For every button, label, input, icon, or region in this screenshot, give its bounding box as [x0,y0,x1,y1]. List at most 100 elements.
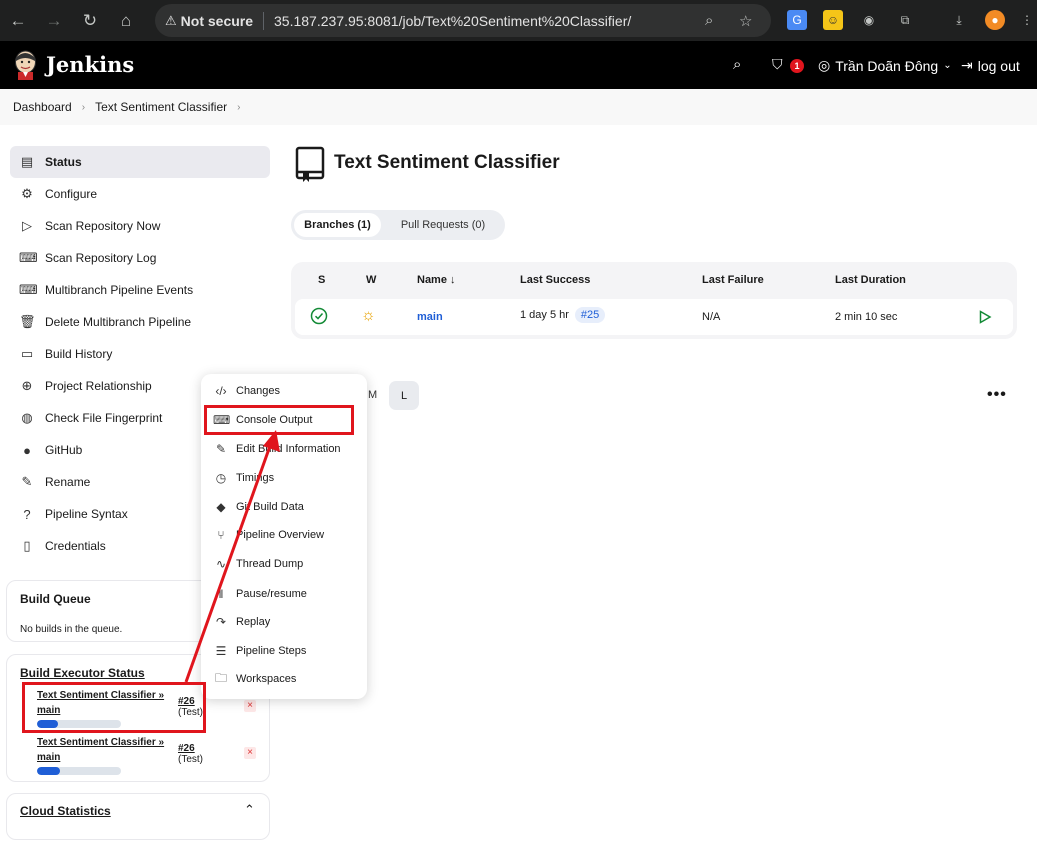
column-header-last-failure[interactable]: Last Failure [702,274,764,286]
menu-item-replay[interactable]: ↷ Replay [201,608,367,636]
menu-kebab-icon[interactable]: ⋮ [1017,10,1037,30]
shield-icon[interactable]: ⛉ [772,56,783,73]
tab-pull-requests[interactable]: Pull Requests (0) [386,213,500,237]
sidebar-item-label: Check File Fingerprint [45,411,163,425]
chevron-right-icon[interactable]: › [237,102,240,113]
edit-icon: ✎ [215,442,227,456]
download-icon[interactable]: ⤓ [949,10,969,30]
sidebar-item-label: Configure [45,187,98,201]
last-success-build-link[interactable]: #25 [574,307,606,323]
last-duration-cell: 2 min 10 sec [835,311,898,323]
column-header-name[interactable]: Name ↓ [417,274,456,286]
page-title: Text Sentiment Classifier [334,152,560,173]
home-icon[interactable]: ⌂ [108,0,144,41]
sidebar-item-scan-repository-now[interactable]: ▷ Scan Repository Now [10,210,270,242]
menu-item-changes[interactable]: ‹/› Changes [201,377,367,405]
bookmark-star-icon[interactable]: ☆ [739,12,752,30]
column-header-last-success[interactable]: Last Success [520,274,590,286]
build-queue-empty-text: No builds in the queue. [20,624,123,635]
security-count-badge[interactable]: 1 [790,59,804,73]
forward-icon[interactable]: → [36,0,72,41]
zoom-icon[interactable]: ⌕ [705,12,713,29]
relationship-icon: ⊕ [21,378,33,393]
column-header-last-duration[interactable]: Last Duration [835,274,906,286]
executor-build-link[interactable]: #26 [178,743,203,754]
divider [263,11,265,30]
sidebar-item-label: Scan Repository Now [45,219,161,233]
back-icon[interactable]: ← [0,0,36,41]
icon-size-l[interactable]: L [389,381,419,410]
cloud-statistics-card[interactable]: Cloud Statistics ⌃ [6,793,270,840]
build-executor-title[interactable]: Build Executor Status [20,666,145,680]
column-header-weather[interactable]: W [366,274,376,286]
sidebar-item-label: Credentials [45,539,106,553]
address-bar[interactable]: ⚠ Not secure 35.187.237.95:8081/job/Text… [155,4,771,37]
build-queue-title[interactable]: Build Queue [20,592,91,606]
camera-icon[interactable]: ◉ [859,10,879,30]
folder-icon: 🗀 [214,670,227,685]
user-icon: ◎ [818,57,831,73]
menu-item-workspaces[interactable]: 🗀 Workspaces [201,665,367,693]
user-menu[interactable]: ◎ Trần Doãn Đông ⌄ [818,57,952,74]
menu-item-label: Git Build Data [236,501,304,513]
abort-build-icon[interactable]: × [244,747,256,759]
abort-build-icon[interactable]: × [244,700,256,712]
puzzle-icon[interactable]: ⧉ [895,10,915,30]
branch-name-link[interactable]: main [417,311,443,323]
code-icon: ‹/› [215,384,227,398]
play-icon: ▷ [22,218,32,233]
menu-item-pipeline-steps[interactable]: ☰ Pipeline Steps [201,637,367,665]
icon-size-m[interactable]: M [368,389,377,401]
sidebar-item-delete-pipeline[interactable]: 🗑 Delete Multibranch Pipeline [10,306,270,338]
menu-item-pipeline-overview[interactable]: ⑂ Pipeline Overview [201,521,367,549]
more-options-icon[interactable]: ••• [987,386,1007,404]
repository-icon [295,146,325,182]
menu-item-thread-dump[interactable]: ∿ Thread Dump [201,550,367,578]
menu-item-edit-build-info[interactable]: ✎ Edit Build Information [201,435,367,463]
sidebar-item-multibranch-events[interactable]: ⌨ Multibranch Pipeline Events [10,274,270,306]
github-icon: ● [23,442,31,458]
url-text[interactable]: 35.187.237.95:8081/job/Text%20Sentiment%… [274,13,631,29]
tab-branches[interactable]: Branches (1) [294,213,381,237]
logout-link[interactable]: ⇥ log out [961,57,1020,74]
breadcrumb-job[interactable]: Text Sentiment Classifier [95,100,227,114]
user-name[interactable]: Trần Doãn Đông [835,58,938,74]
cloud-statistics-title[interactable]: Cloud Statistics [20,804,111,818]
pipeline-icon: ⑂ [217,528,225,542]
sidebar-item-label: Scan Repository Log [45,251,157,265]
sidebar-item-status[interactable]: ▤ Status [10,146,270,178]
branches-table: S W Name ↓ Last Success Last Failure Las… [291,262,1017,339]
browser-toolbar: ← → ↻ ⌂ ⚠ Not secure 35.187.237.95:8081/… [0,0,1037,41]
logout-label[interactable]: log out [978,58,1020,74]
sidebar-item-configure[interactable]: ⚙ Configure [10,178,270,210]
annotation-highlight-console-output [204,405,354,435]
column-header-status[interactable]: S [318,274,325,286]
jenkins-logo-icon[interactable] [12,50,39,80]
profile-avatar[interactable]: ● [985,10,1005,30]
security-label[interactable]: Not secure [181,13,253,29]
extension-face-icon[interactable]: ☺ [823,10,843,30]
breadcrumb-dashboard[interactable]: Dashboard [13,100,72,114]
sidebar-item-label: Delete Multibranch Pipeline [45,315,192,329]
menu-item-timings[interactable]: ◷ Timings [201,464,367,492]
translate-icon[interactable]: G [787,10,807,30]
pulse-icon: ∿ [215,557,227,571]
reload-icon[interactable]: ↻ [72,0,108,41]
menu-item-git-build-data[interactable]: ◆ Git Build Data [201,493,367,521]
executor-branch-link[interactable]: main [37,752,164,763]
fingerprint-icon: ◍ [21,410,33,425]
executor-progress-bar [37,767,121,775]
sidebar-item-build-history[interactable]: ▭ Build History [10,338,270,370]
sidebar-item-scan-repository-log[interactable]: ⌨ Scan Repository Log [10,242,270,274]
menu-item-label: Replay [236,616,271,628]
app-name[interactable]: Jenkins [46,52,134,77]
executor-job-link[interactable]: Text Sentiment Classifier » [37,737,164,748]
schedule-build-play-icon[interactable] [978,310,992,324]
warning-icon: ⚠ [165,12,177,28]
chevron-up-icon[interactable]: ⌃ [244,802,255,818]
jenkins-header: Jenkins ⌕ ⛉ 1 ◎ Trần Doãn Đông ⌄ ⇥ log o… [0,41,1037,89]
chevron-down-icon[interactable]: ⌄ [943,60,951,71]
menu-item-pause-resume[interactable]: ‖ Pause/resume [201,580,367,608]
executor-stage: (Test) [178,754,203,765]
search-icon[interactable]: ⌕ [733,56,741,73]
